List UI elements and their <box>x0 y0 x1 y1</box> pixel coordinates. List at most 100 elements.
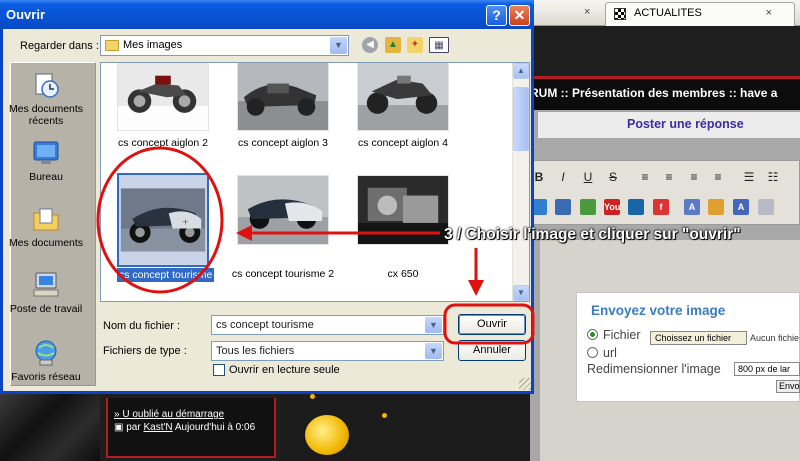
numbered-list-icon[interactable]: ☷ <box>764 168 782 186</box>
my-documents-icon <box>33 208 59 231</box>
post-by: par <box>126 422 141 433</box>
post-title-link[interactable]: » U oublié au démarrage <box>114 409 224 420</box>
place-label: Mes documents <box>8 237 84 249</box>
justify-icon[interactable]: ≡ <box>709 168 727 186</box>
filetype-value: Tous les fichiers <box>216 345 295 357</box>
chevron-down-icon[interactable]: ▼ <box>425 343 442 359</box>
file-radio[interactable] <box>587 329 598 340</box>
font-size-icon[interactable]: A <box>733 199 749 215</box>
scroll-up-icon[interactable]: ▲ <box>513 63 529 79</box>
cancel-button[interactable]: Annuler <box>458 340 526 361</box>
place-my-computer[interactable]: Poste de travail <box>3 270 89 315</box>
italic-button[interactable]: I <box>554 168 572 186</box>
chevron-down-icon[interactable]: ▼ <box>425 317 442 333</box>
file-name-selected[interactable]: cs concept tourisme <box>117 268 215 282</box>
dailymotion-icon[interactable] <box>628 199 644 215</box>
filename-label: Nom du fichier : <box>103 320 181 332</box>
strikethrough-button[interactable]: S <box>604 168 622 186</box>
font-icon[interactable]: A <box>684 199 700 215</box>
smiley-icon <box>305 415 349 455</box>
close-tab-icon[interactable]: × <box>584 6 590 18</box>
place-label: Mes documents récents <box>8 103 84 127</box>
url-radio-label: url <box>603 346 617 360</box>
place-desktop[interactable]: Bureau <box>3 138 89 183</box>
file-thumbnail-selected[interactable]: + <box>117 173 209 267</box>
recent-documents-icon <box>35 73 59 98</box>
scroll-down-icon[interactable]: ▼ <box>513 285 529 301</box>
filename-input[interactable]: cs concept tourisme ▼ <box>211 315 444 335</box>
background-image <box>0 394 100 461</box>
send-button[interactable]: Envo <box>776 380 800 393</box>
look-in-label: Regarder dans : <box>20 40 99 52</box>
file-thumbnail[interactable] <box>237 63 329 131</box>
motorcycle-image <box>118 63 208 130</box>
motorcycle-image <box>358 63 448 130</box>
file-name[interactable]: cs concept aiglon 3 <box>224 137 342 149</box>
post-reply-link[interactable]: Poster une réponse <box>627 117 744 131</box>
help-button[interactable]: ? <box>486 5 507 26</box>
checkered-flag-icon <box>614 8 626 20</box>
post-time: Aujourd'hui à 0:06 <box>174 422 256 433</box>
file-thumbnail[interactable] <box>237 175 329 245</box>
engine-image <box>358 176 448 244</box>
readonly-checkbox[interactable] <box>213 364 225 376</box>
align-right-icon[interactable]: ≡ <box>685 168 703 186</box>
dialog-titlebar[interactable]: Ouvrir ? ✕ <box>0 0 534 29</box>
underline-button[interactable]: U <box>579 168 597 186</box>
file-thumbnail[interactable] <box>117 63 209 131</box>
chevron-down-icon[interactable]: ▼ <box>330 37 347 54</box>
readonly-label: Ouvrir en lecture seule <box>229 364 340 376</box>
resize-grip[interactable] <box>519 378 531 390</box>
upload-title: Envoyez votre image <box>591 303 726 318</box>
filetype-label: Fichiers de type : <box>103 345 187 357</box>
close-tab-icon[interactable]: × <box>766 7 772 19</box>
sidecar-image <box>238 176 328 244</box>
view-menu-icon[interactable]: ▦ <box>429 37 449 53</box>
place-my-documents[interactable]: Mes documents <box>3 204 89 249</box>
align-center-icon[interactable]: ≡ <box>660 168 678 186</box>
filename-value: cs concept tourisme <box>216 319 314 331</box>
tab-title: ACTUALITES <box>634 7 702 19</box>
align-left-icon[interactable]: ≡ <box>636 168 654 186</box>
post-author-link[interactable]: Kast'N <box>143 422 172 433</box>
file-list[interactable]: cs concept aiglon 2 cs concept aiglon 3 … <box>100 62 530 302</box>
filetype-select[interactable]: Tous les fichiers ▼ <box>211 341 444 361</box>
look-in-combo[interactable]: Mes images ▼ <box>100 35 349 56</box>
file-name[interactable]: cx 650 <box>344 268 462 280</box>
dot-icon <box>310 394 315 399</box>
file-thumbnail[interactable] <box>357 63 449 131</box>
up-folder-icon[interactable]: ▲ <box>385 37 401 53</box>
scroll-thumb[interactable] <box>513 87 529 151</box>
open-dialog: Ouvrir ? ✕ Regarder dans : Mes images ▼ … <box>0 0 534 394</box>
file-name[interactable]: cs concept aiglon 4 <box>344 137 462 149</box>
vertical-scrollbar[interactable]: ▲ ▼ <box>512 63 529 301</box>
file-radio-label: Fichier <box>603 328 641 342</box>
eraser-icon[interactable] <box>758 199 774 215</box>
new-folder-icon[interactable]: ✦ <box>407 37 423 53</box>
sidecar-image <box>238 63 328 130</box>
bullet-list-icon[interactable]: ☰ <box>740 168 758 186</box>
url-radio[interactable] <box>587 347 598 358</box>
network-places-icon <box>35 340 57 366</box>
forum-breadcrumb[interactable]: RUM :: Présentation des membres :: have … <box>530 86 777 100</box>
file-name[interactable]: cs concept aiglon 2 <box>104 137 222 149</box>
host-image-icon[interactable] <box>555 199 571 215</box>
place-recent[interactable]: Mes documents récents <box>3 70 89 127</box>
flash-icon[interactable]: f <box>653 199 669 215</box>
file-thumbnail[interactable] <box>357 175 449 245</box>
open-button[interactable]: Ouvrir <box>458 314 526 335</box>
choose-file-button[interactable]: Choissez un fichier <box>650 331 747 345</box>
close-button[interactable]: ✕ <box>509 5 530 26</box>
file-name[interactable]: cs concept tourisme 2 <box>224 268 342 280</box>
desktop-icon <box>33 141 59 164</box>
color-icon[interactable] <box>708 199 724 215</box>
place-network[interactable]: Favoris réseau <box>3 338 89 383</box>
resize-select[interactable]: 800 px de lar <box>734 362 800 376</box>
place-label: Favoris réseau <box>11 371 81 383</box>
post-icon: ▣ <box>114 422 124 433</box>
dot-icon <box>382 413 387 418</box>
youtube-icon[interactable]: You <box>604 199 620 215</box>
back-icon[interactable]: ◀ <box>362 37 378 53</box>
tab-actualites[interactable]: ACTUALITES × <box>605 2 795 26</box>
link-icon[interactable] <box>580 199 596 215</box>
